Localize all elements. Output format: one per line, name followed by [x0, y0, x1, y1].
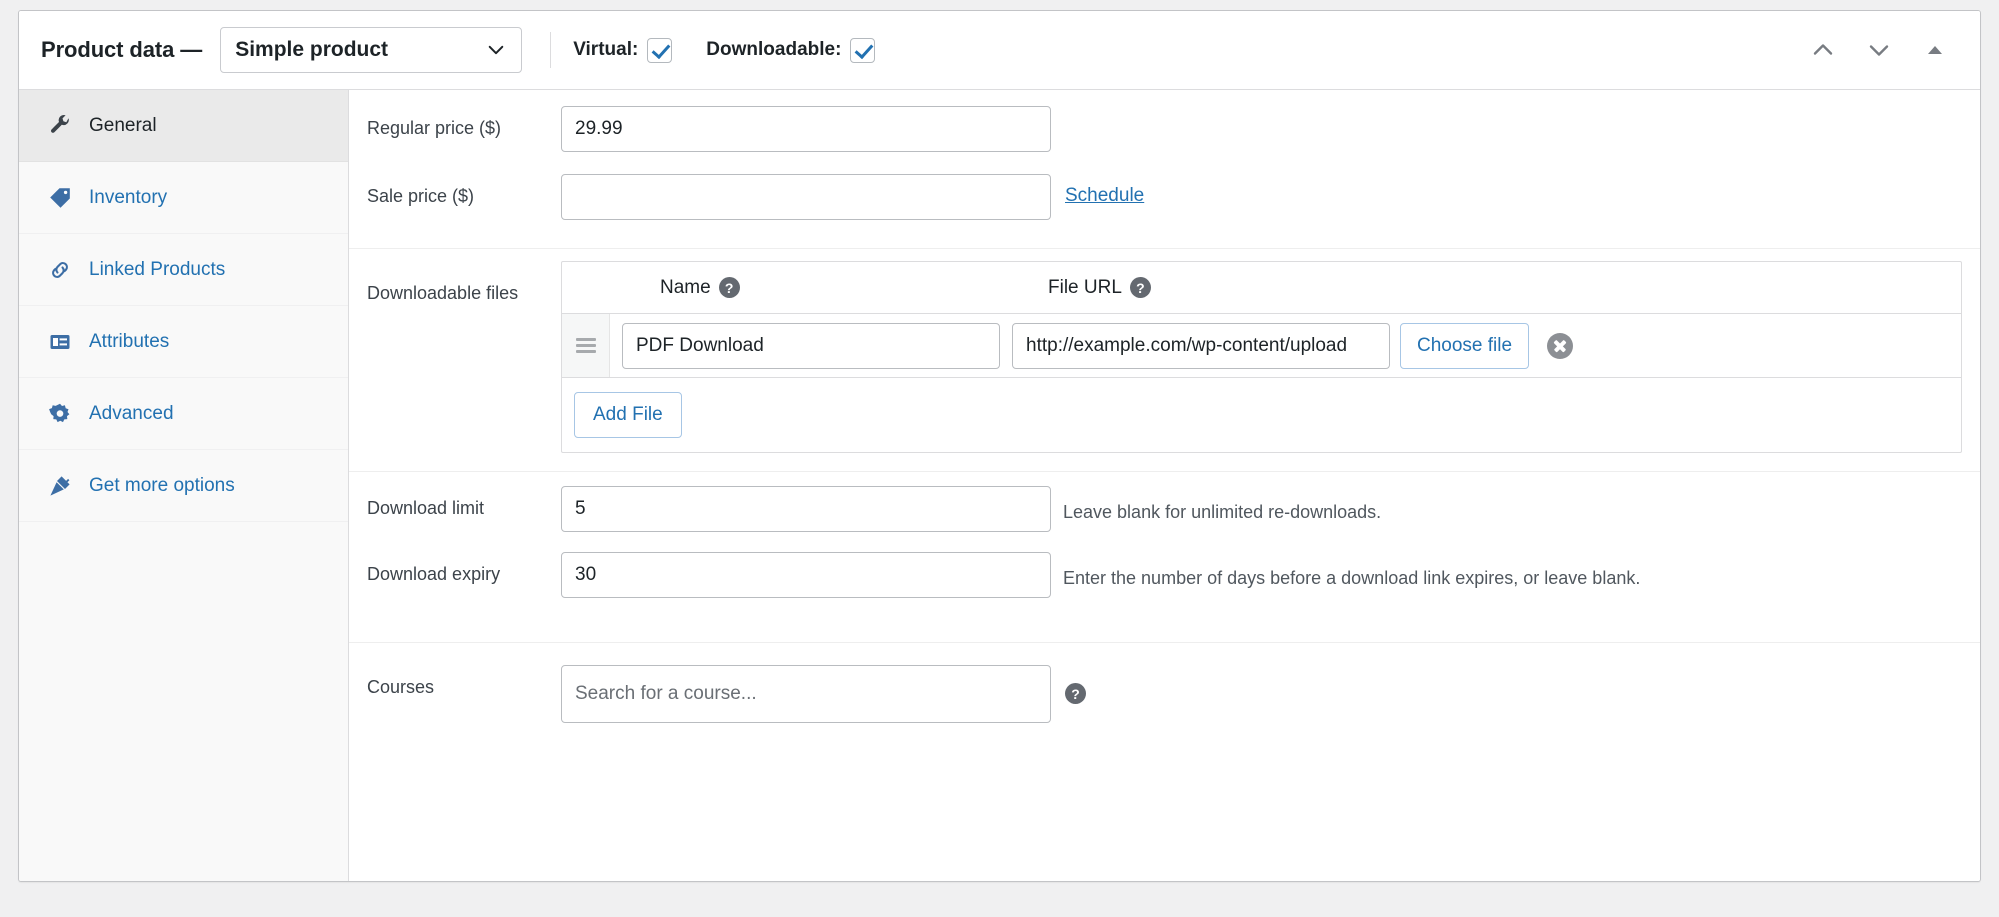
- sale-price-label: Sale price ($): [349, 174, 561, 207]
- courses-help-icon[interactable]: ?: [1065, 683, 1086, 704]
- file-url-cell: Choose file: [1000, 323, 1961, 369]
- downloadable-label: Downloadable:: [706, 39, 841, 61]
- downloadable-checkbox[interactable]: [850, 38, 875, 63]
- download-limit-hint: Leave blank for unlimited re-downloads.: [1063, 498, 1381, 527]
- chevron-down-icon: [1866, 37, 1892, 63]
- page-title: Product data —: [41, 37, 202, 63]
- download-expiry-hint: Enter the number of days before a downlo…: [1063, 564, 1640, 593]
- download-expiry-row: Download expiry Enter the number of days…: [349, 548, 1980, 614]
- regular-price-label: Regular price ($): [349, 106, 561, 139]
- download-expiry-input[interactable]: [561, 552, 1051, 598]
- product-data-tabs: General Inventory: [19, 90, 349, 881]
- name-column-label: Name: [660, 277, 711, 299]
- product-type-value: Simple product: [235, 38, 388, 62]
- sale-price-input[interactable]: [561, 174, 1051, 220]
- add-file-button[interactable]: Add File: [574, 392, 682, 438]
- link-icon: [47, 257, 73, 283]
- downloadable-files-label: Downloadable files: [349, 261, 561, 304]
- tab-inventory[interactable]: Inventory: [19, 162, 348, 234]
- download-limit-input[interactable]: [561, 486, 1051, 532]
- header-actions: [1808, 35, 1956, 65]
- move-down-button[interactable]: [1864, 35, 1894, 65]
- plug-icon: [47, 473, 73, 499]
- downloadable-checkbox-group[interactable]: Downloadable:: [706, 38, 875, 63]
- toggle-panel-button[interactable]: [1920, 35, 1950, 65]
- chevron-down-icon: [487, 41, 505, 59]
- tab-linked-products[interactable]: Linked Products: [19, 234, 348, 306]
- regular-price-input[interactable]: [561, 106, 1051, 152]
- wrench-icon: [47, 113, 73, 139]
- move-up-button[interactable]: [1808, 35, 1838, 65]
- file-name-input[interactable]: [622, 323, 1000, 369]
- hamburger-icon: [576, 335, 596, 356]
- file-name-cell: [610, 323, 1000, 369]
- tab-get-more-options[interactable]: Get more options: [19, 450, 348, 522]
- file-url-column-header: File URL ?: [998, 277, 1961, 299]
- download-expiry-label: Download expiry: [349, 552, 561, 585]
- choose-file-button[interactable]: Choose file: [1400, 323, 1529, 369]
- download-limit-row: Download limit Leave blank for unlimited…: [349, 472, 1980, 548]
- tab-get-more-options-label: Get more options: [89, 475, 235, 497]
- file-url-input[interactable]: [1012, 323, 1390, 369]
- name-column-header: Name ?: [610, 277, 998, 299]
- file-url-help-icon[interactable]: ?: [1130, 277, 1151, 298]
- sale-price-row: Sale price ($) Schedule: [349, 168, 1980, 236]
- drag-handle-icon[interactable]: [562, 314, 610, 377]
- courses-row: Courses ?: [349, 643, 1980, 739]
- tab-advanced[interactable]: Advanced: [19, 378, 348, 450]
- screen: Product data — Simple product Virtual: D…: [0, 0, 1999, 917]
- downloadable-files-footer: Add File: [562, 378, 1961, 452]
- downloadable-files-table: Name ? File URL ?: [561, 261, 1962, 453]
- product-data-panel: Product data — Simple product Virtual: D…: [18, 10, 1981, 882]
- regular-price-row: Regular price ($): [349, 90, 1980, 168]
- virtual-checkbox[interactable]: [647, 38, 672, 63]
- panel-header: Product data — Simple product Virtual: D…: [19, 11, 1980, 90]
- tab-panel-general: Regular price ($) Sale price ($) Schedul…: [349, 90, 1980, 881]
- triangle-up-icon: [1924, 39, 1946, 61]
- tag-icon: [47, 185, 73, 211]
- tab-general[interactable]: General: [19, 90, 348, 162]
- tab-attributes[interactable]: Attributes: [19, 306, 348, 378]
- gear-icon: [47, 401, 73, 427]
- downloadable-files-header: Name ? File URL ?: [562, 262, 1961, 314]
- tab-linked-products-label: Linked Products: [89, 259, 225, 281]
- courses-search-input[interactable]: [561, 665, 1051, 723]
- virtual-label: Virtual:: [573, 39, 638, 61]
- header-divider: [550, 32, 551, 68]
- table-row: Choose file: [562, 314, 1961, 378]
- chevron-up-icon: [1810, 37, 1836, 63]
- downloadable-files-row: Downloadable files Name ? File URL ?: [349, 249, 1980, 453]
- name-help-icon[interactable]: ?: [719, 277, 740, 298]
- list-icon: [47, 329, 73, 355]
- tab-inventory-label: Inventory: [89, 187, 167, 209]
- tab-attributes-label: Attributes: [89, 331, 169, 353]
- tab-advanced-label: Advanced: [89, 403, 174, 425]
- tab-general-label: General: [89, 115, 157, 137]
- courses-label: Courses: [349, 665, 561, 698]
- panel-body: General Inventory: [19, 90, 1980, 881]
- download-limit-label: Download limit: [349, 486, 561, 519]
- file-url-column-label: File URL: [1048, 277, 1122, 299]
- delete-file-icon[interactable]: [1547, 333, 1573, 359]
- virtual-checkbox-group[interactable]: Virtual:: [573, 38, 672, 63]
- product-type-select[interactable]: Simple product: [220, 27, 522, 73]
- schedule-link[interactable]: Schedule: [1065, 185, 1144, 207]
